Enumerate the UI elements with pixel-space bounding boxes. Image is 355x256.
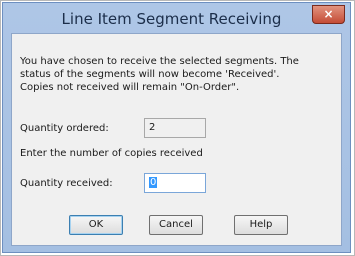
help-button[interactable]: Help [234, 215, 288, 235]
instruction-text: Enter the number of copies received [20, 148, 203, 159]
close-icon: × [323, 7, 334, 21]
message-line: Copies not received will remain "On-Orde… [20, 82, 240, 93]
quantity-ordered-field: 2 [144, 118, 206, 138]
ok-button[interactable]: OK [69, 215, 123, 235]
info-message: You have chosen to receive the selected … [20, 55, 338, 94]
message-line: status of the segments will now become '… [20, 69, 280, 80]
dialog-body: You have chosen to receive the selected … [11, 33, 342, 246]
cancel-button[interactable]: Cancel [149, 215, 203, 235]
quantity-received-value: 0 [149, 177, 158, 188]
quantity-ordered-label: Quantity ordered: [20, 123, 109, 134]
dialog-title: Line Item Segment Receiving [61, 10, 282, 28]
dialog-window: Line Item Segment Receiving × You have c… [2, 2, 351, 253]
quantity-received-input[interactable]: 0 [144, 173, 206, 193]
close-button[interactable]: × [312, 5, 345, 24]
screenshot-frame: Line Item Segment Receiving × You have c… [0, 0, 355, 256]
quantity-received-label: Quantity received: [20, 178, 113, 189]
message-line: You have chosen to receive the selected … [20, 56, 299, 67]
title-bar[interactable]: Line Item Segment Receiving × [3, 3, 350, 37]
